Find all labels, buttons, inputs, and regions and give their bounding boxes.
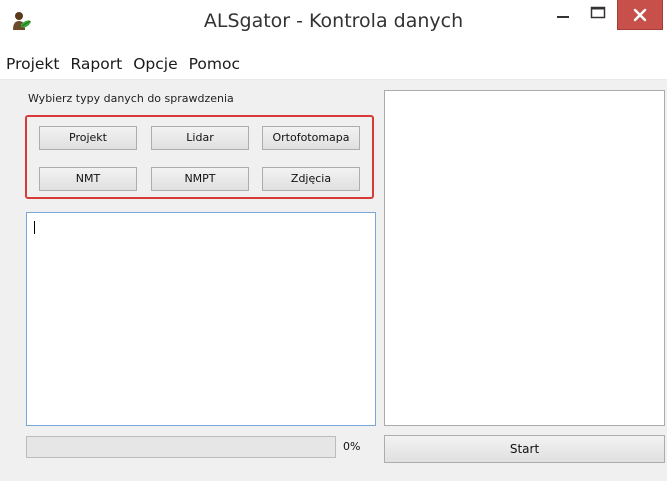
type-button-zdjecia[interactable]: Zdjęcia: [262, 167, 360, 191]
type-button-ortofotomapa[interactable]: Ortofotomapa: [262, 126, 360, 150]
type-button-nmpt[interactable]: NMPT: [151, 167, 249, 191]
log-textarea[interactable]: [26, 212, 376, 426]
type-button-lidar[interactable]: Lidar: [151, 126, 249, 150]
progress-percent: 0%: [343, 440, 361, 453]
menu-projekt[interactable]: Projekt: [0, 52, 65, 78]
minimize-button[interactable]: [545, 0, 581, 28]
title-bar: ALSgator - Kontrola danych: [0, 0, 667, 44]
results-list[interactable]: [384, 90, 665, 426]
start-button[interactable]: Start: [384, 435, 665, 463]
minimize-icon: [557, 16, 569, 18]
type-button-nmt[interactable]: NMT: [39, 167, 137, 191]
menu-opcje[interactable]: Opcje: [127, 52, 182, 78]
type-button-projekt[interactable]: Projekt: [39, 126, 137, 150]
app-window: ALSgator - Kontrola danych Projekt Rapor…: [0, 0, 667, 481]
data-types-label: Wybierz typy danych do sprawdzenia: [28, 92, 234, 105]
progress-bar: [26, 436, 336, 458]
close-icon: [633, 8, 647, 22]
text-caret: [34, 221, 35, 234]
menu-raport[interactable]: Raport: [65, 52, 128, 78]
menu-pomoc[interactable]: Pomoc: [183, 52, 245, 78]
close-button[interactable]: [617, 0, 663, 30]
menu-bar: Projekt Raport Opcje Pomoc: [0, 52, 667, 78]
maximize-icon: [590, 6, 606, 19]
maximize-button[interactable]: [584, 0, 612, 28]
